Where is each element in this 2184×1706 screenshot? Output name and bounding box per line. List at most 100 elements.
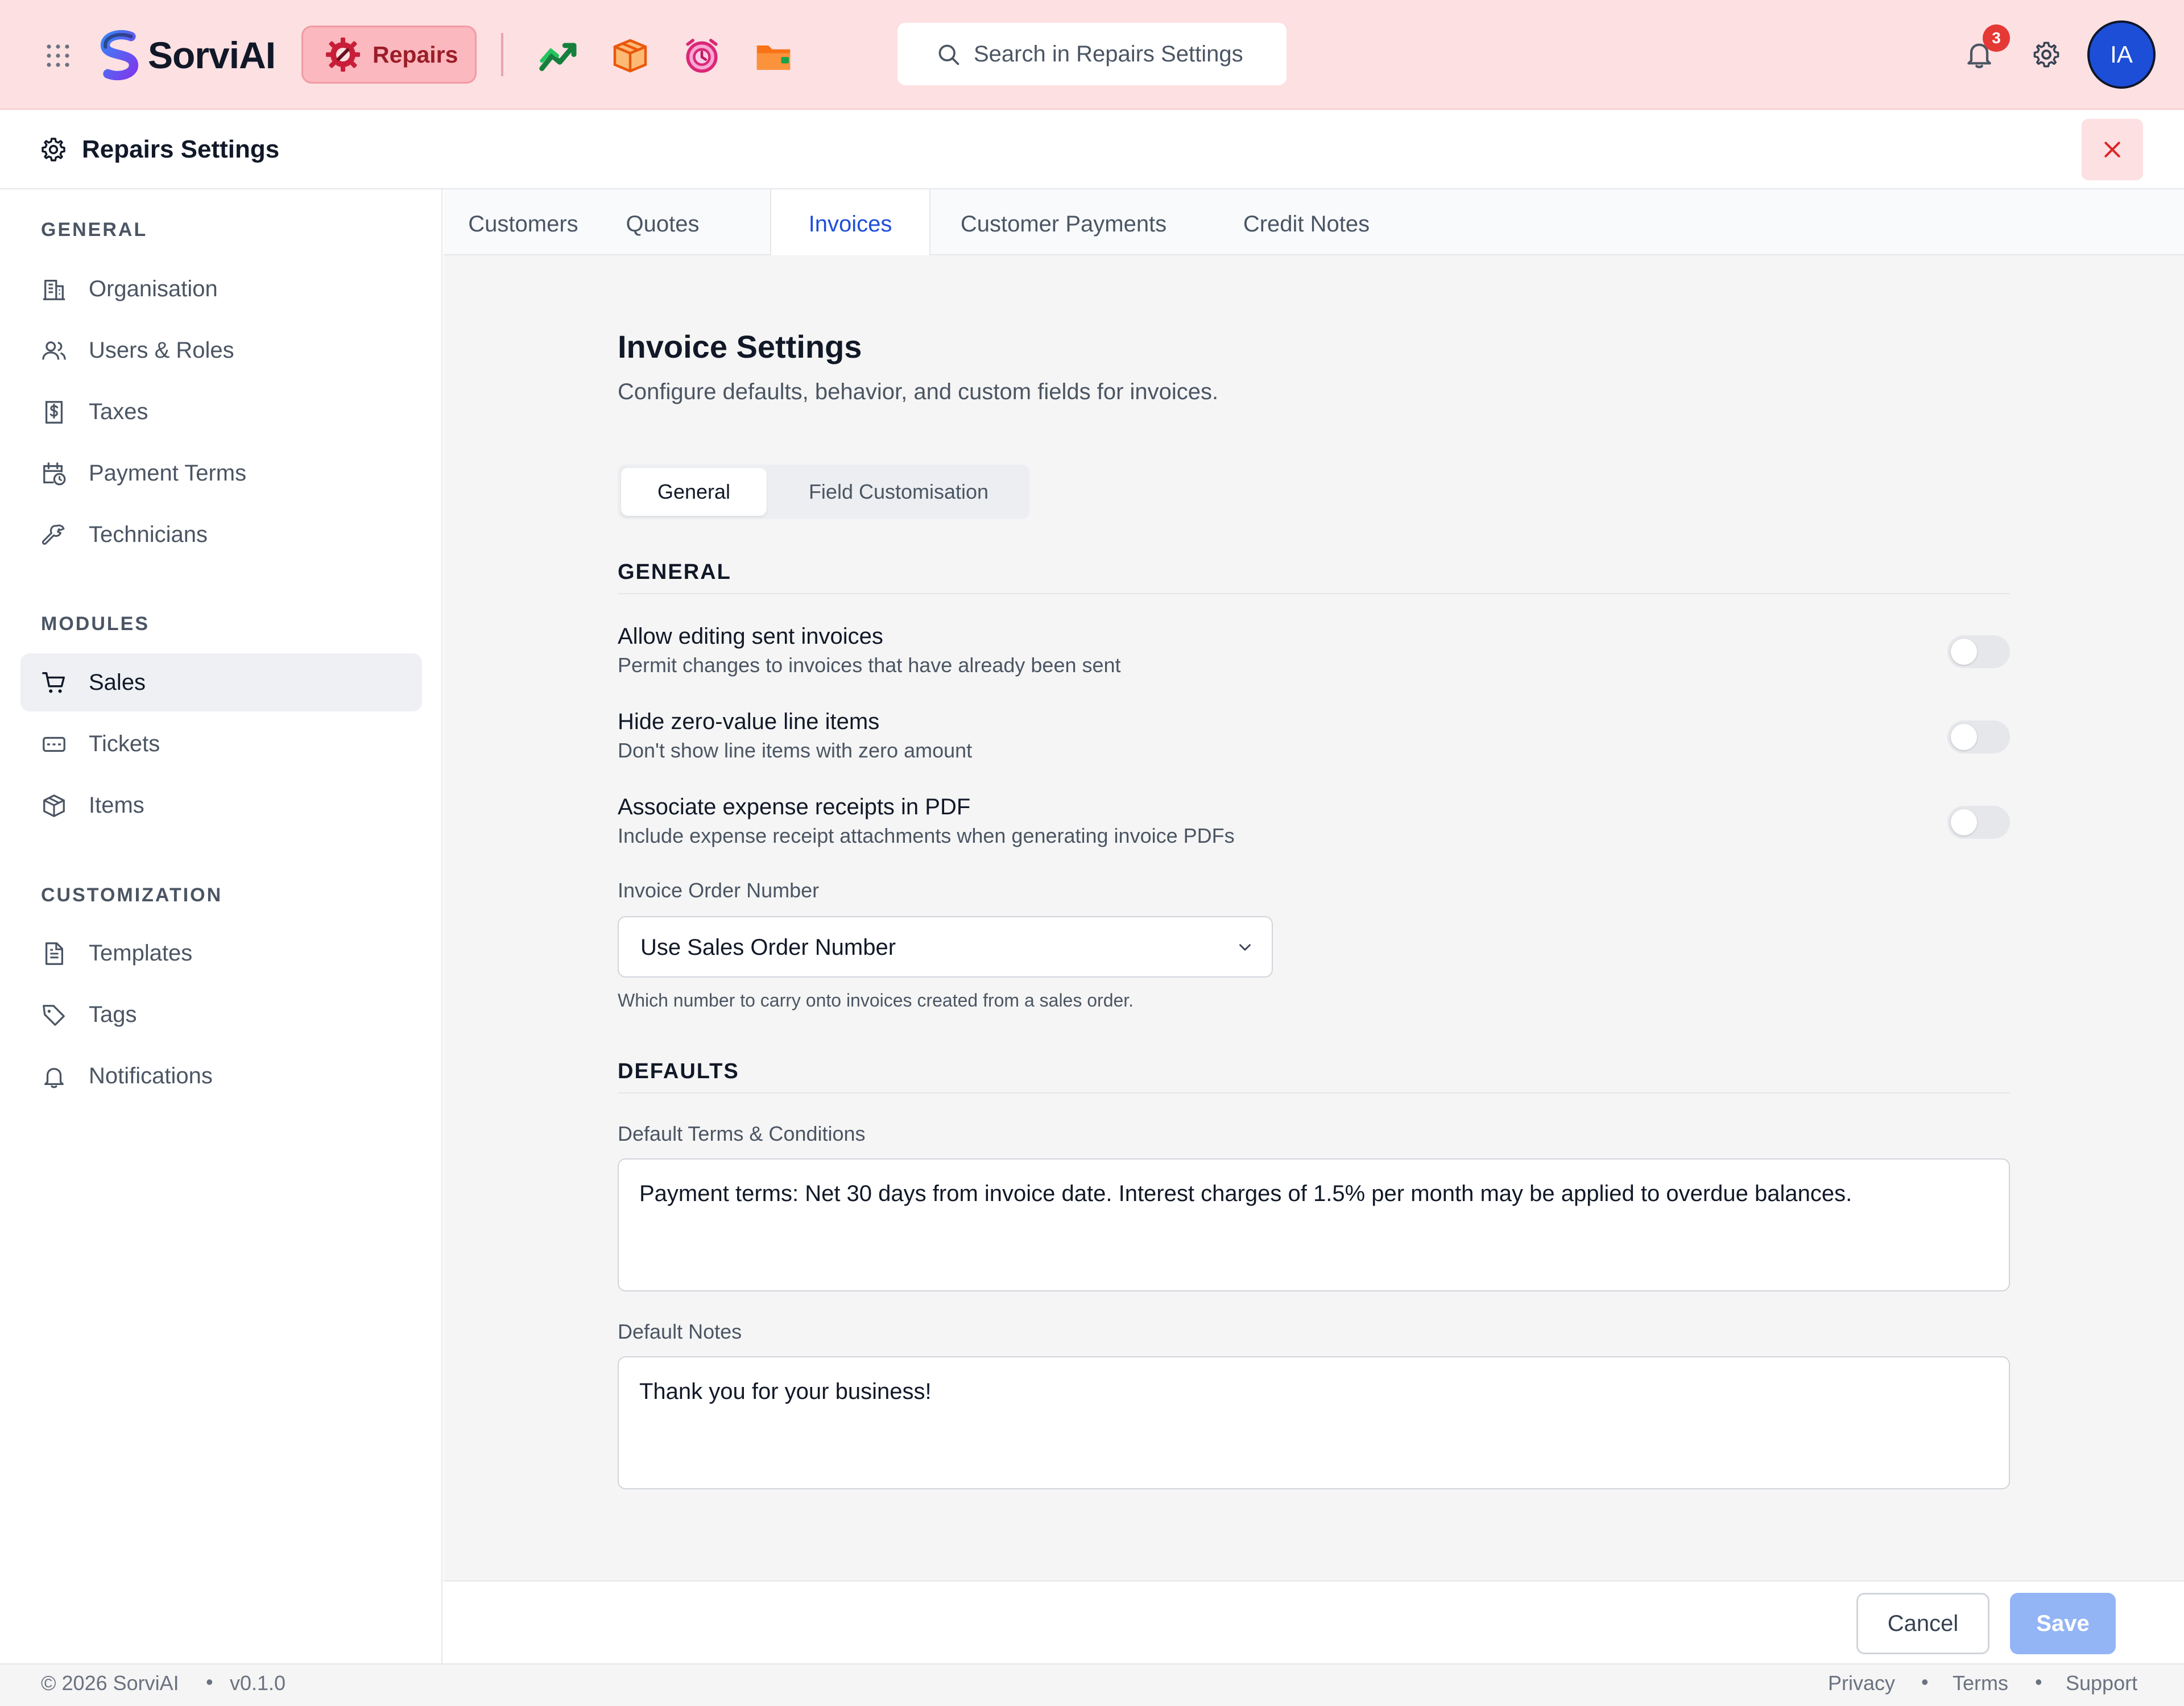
close-icon <box>2104 142 2120 158</box>
sorviai-logo-icon <box>101 30 138 81</box>
sidebar-item-label: Tickets <box>89 731 160 756</box>
divider <box>501 33 503 76</box>
sidebar-item-templates[interactable]: Templates <box>20 924 422 982</box>
setting-description: Don't show line items with zero amount <box>618 739 973 762</box>
sidebar-heading-modules: MODULES <box>41 613 150 635</box>
settings-header: Repairs Settings <box>0 110 2184 189</box>
section-subtitle: Configure defaults, behavior, and custom… <box>618 379 1219 404</box>
sidebar-item-taxes[interactable]: Taxes <box>20 383 422 441</box>
cancel-button[interactable]: Cancel <box>1856 1593 1989 1654</box>
separator-dot: • <box>2035 1670 2042 1693</box>
toggle-knob <box>1951 809 1977 835</box>
default-notes-textarea[interactable]: Thank you for your business! <box>618 1356 2010 1489</box>
sidebar-item-notifications[interactable]: Notifications <box>20 1047 422 1105</box>
sidebar-item-label: Sales <box>89 670 146 695</box>
repairs-gear-icon <box>326 38 360 72</box>
setting-title: Hide zero-value line items <box>618 709 880 734</box>
calendar-clock-icon <box>43 462 66 486</box>
folder-icon[interactable] <box>753 35 794 76</box>
footer-link-support[interactable]: Support <box>2066 1671 2137 1695</box>
toggle-knob <box>1951 724 1977 750</box>
copyright-text: © 2026 SorviAI <box>41 1671 179 1695</box>
settings-segmented-control: General Field Customisation <box>618 465 1029 519</box>
allow-editing-sent-toggle[interactable] <box>1947 635 2010 668</box>
sidebar-item-items[interactable]: Items <box>20 776 422 834</box>
sidebar-item-label: Payment Terms <box>89 461 247 486</box>
associate-receipts-toggle[interactable] <box>1947 806 2010 839</box>
wrench-icon <box>42 524 65 545</box>
module-switcher-repairs[interactable]: Repairs <box>301 26 477 84</box>
bell-icon <box>44 1067 64 1088</box>
inventory-box-icon[interactable] <box>610 35 651 76</box>
form-action-bar: Cancel Save <box>444 1580 2184 1663</box>
notification-count-badge: 3 <box>1983 24 2010 52</box>
tab-invoices[interactable]: Invoices <box>770 189 930 256</box>
separator-dot: • <box>206 1670 213 1693</box>
field-label: Default Terms & Conditions <box>618 1122 866 1145</box>
tickets-alarm-icon[interactable] <box>681 35 722 76</box>
sidebar-item-payment-terms[interactable]: Payment Terms <box>20 444 422 502</box>
tab-customer-payments[interactable]: Customer Payments <box>950 189 1177 255</box>
users-icon <box>42 341 66 360</box>
sidebar-item-label: Users & Roles <box>89 338 234 363</box>
field-label: Default Notes <box>618 1320 742 1343</box>
footer-link-terms[interactable]: Terms <box>1953 1671 2008 1695</box>
invoice-order-number-select[interactable]: Use Sales Order Number <box>618 916 1273 978</box>
sidebar-item-tags[interactable]: Tags <box>20 985 422 1044</box>
sidebar-item-label: Organisation <box>89 276 218 301</box>
sidebar-item-label: Items <box>89 793 144 818</box>
separator-dot: • <box>1921 1670 1929 1693</box>
select-value: Use Sales Order Number <box>640 935 896 960</box>
chevron-down-icon <box>1239 944 1251 951</box>
segment-field-customisation[interactable]: Field Customisation <box>772 468 1025 516</box>
page-title: Repairs Settings <box>82 135 280 163</box>
hide-zero-value-toggle[interactable] <box>1947 721 2010 753</box>
settings-gear-icon <box>42 138 65 162</box>
sidebar-item-organisation[interactable]: Organisation <box>20 260 422 318</box>
footer-link-privacy[interactable]: Privacy <box>1828 1671 1895 1695</box>
section-title: Invoice Settings <box>618 329 862 365</box>
sidebar-item-technicians[interactable]: Technicians <box>20 506 422 564</box>
sidebar-item-label: Notifications <box>89 1063 213 1088</box>
top-bar: SorviAI Repairs Search in Repairs Settin… <box>0 0 2184 110</box>
dollar-receipt-icon <box>45 401 63 424</box>
save-button[interactable]: Save <box>2010 1593 2116 1654</box>
sales-tabs: Customers Quotes Invoices Customer Payme… <box>444 189 2184 256</box>
version-text: v0.1.0 <box>230 1671 286 1695</box>
tab-customers[interactable]: Customers <box>455 189 592 255</box>
user-avatar[interactable]: IA <box>2087 20 2156 89</box>
sidebar-item-tickets[interactable]: Tickets <box>20 715 422 773</box>
divider <box>618 593 2010 594</box>
setting-description: Permit changes to invoices that have alr… <box>618 653 1121 677</box>
default-terms-textarea[interactable]: Payment terms: Net 30 days from invoice … <box>618 1158 2010 1291</box>
apps-grid-icon[interactable] <box>44 42 72 69</box>
setting-title: Associate expense receipts in PDF <box>618 794 971 819</box>
general-section-heading: GENERAL <box>618 560 731 584</box>
gear-icon[interactable] <box>2032 40 2061 69</box>
tab-quotes[interactable]: Quotes <box>614 189 711 255</box>
divider <box>618 1092 2010 1094</box>
package-icon <box>43 794 65 817</box>
building-icon <box>43 280 65 300</box>
sidebar-item-label: Tags <box>89 1002 137 1027</box>
tab-credit-notes[interactable]: Credit Notes <box>1235 189 1378 255</box>
sidebar-heading-customization: CUSTOMIZATION <box>41 884 223 906</box>
field-label: Invoice Order Number <box>618 879 820 902</box>
segment-general[interactable]: General <box>621 468 767 516</box>
sidebar-item-sales[interactable]: Sales <box>20 653 422 711</box>
search-icon <box>938 44 959 65</box>
brand-logo[interactable]: SorviAI <box>96 30 276 81</box>
toggle-knob <box>1951 639 1977 665</box>
sidebar-item-users-roles[interactable]: Users & Roles <box>20 321 422 379</box>
search-box[interactable] <box>897 23 1287 85</box>
cart-icon <box>42 672 65 693</box>
close-settings-button[interactable] <box>2082 119 2143 180</box>
setting-description: Include expense receipt attachments when… <box>618 824 1235 847</box>
search-input[interactable] <box>974 41 1281 67</box>
ticket-icon <box>43 736 65 752</box>
field-hint: Which number to carry onto invoices crea… <box>618 990 1134 1011</box>
defaults-section-heading: DEFAULTS <box>618 1059 739 1083</box>
brand-name: SorviAI <box>148 34 276 76</box>
sales-chart-icon[interactable] <box>538 35 579 76</box>
setting-title: Allow editing sent invoices <box>618 624 883 649</box>
